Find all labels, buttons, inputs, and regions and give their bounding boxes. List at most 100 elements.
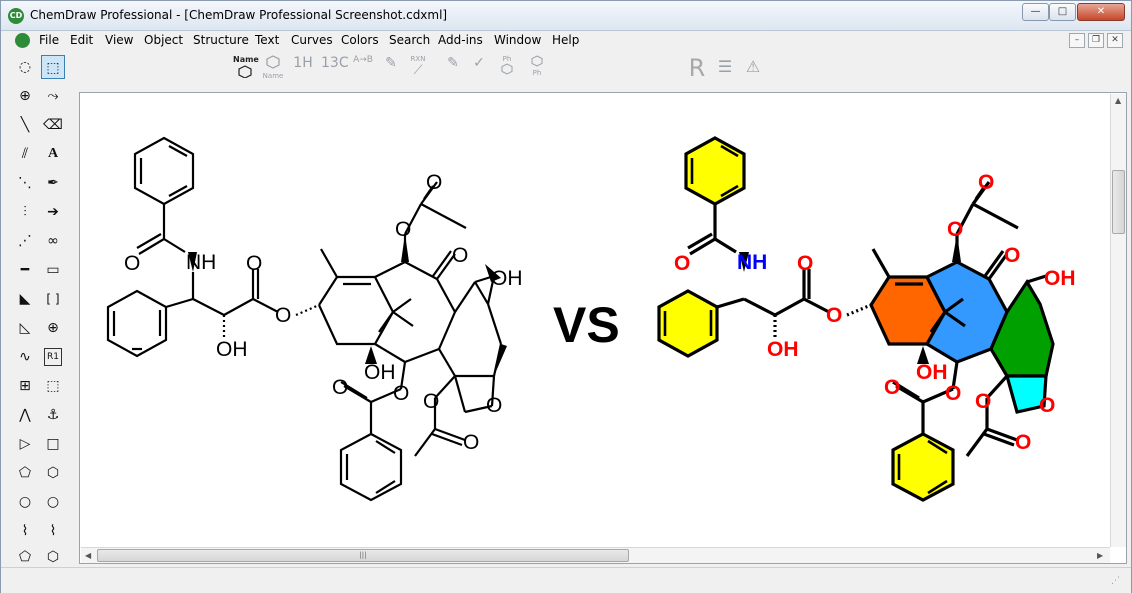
vertical-scrollbar[interactable]: ▲ bbox=[1110, 94, 1126, 547]
menu-curves[interactable]: Curves bbox=[291, 33, 333, 47]
menu-help[interactable]: Help bbox=[552, 33, 579, 47]
o-label: O bbox=[395, 218, 411, 241]
drawing-elements-tool-icon[interactable]: ▭ bbox=[41, 258, 65, 282]
reaction-button[interactable]: RXN ⟋ bbox=[406, 55, 430, 79]
name-to-structure-button[interactable]: Name bbox=[261, 55, 285, 80]
mdi-close-button[interactable]: ✕ bbox=[1107, 33, 1123, 48]
document-icon[interactable] bbox=[15, 33, 30, 48]
scroll-left-arrow-icon[interactable]: ◀ bbox=[85, 551, 91, 560]
chemdraw-logo-icon: CD bbox=[8, 8, 24, 24]
expand-label-button[interactable]: Ph bbox=[495, 55, 519, 79]
contract-label-button[interactable]: Ph bbox=[525, 55, 549, 79]
oh-label: OH bbox=[491, 267, 523, 290]
close-button[interactable]: ✕ bbox=[1077, 3, 1125, 21]
triangle-tool-icon[interactable]: ▷ bbox=[13, 432, 37, 456]
bond bbox=[163, 238, 186, 253]
bond-tool-icon[interactable]: ╲ bbox=[13, 113, 37, 137]
mdi-restore-button[interactable]: ❐ bbox=[1088, 33, 1104, 48]
menu-file[interactable]: File bbox=[39, 33, 59, 47]
square-tool-icon[interactable]: □ bbox=[41, 432, 65, 456]
horizontal-scroll-thumb[interactable]: ||| bbox=[97, 549, 629, 562]
bracket-tool-icon[interactable]: [ ] bbox=[41, 287, 65, 311]
multiple-bond-tool-icon[interactable]: ⫽ bbox=[13, 142, 37, 166]
orbital-tool-icon[interactable]: ∞ bbox=[41, 229, 65, 253]
o-label: O bbox=[452, 244, 468, 267]
octagon-tool-icon[interactable]: ○ bbox=[41, 490, 65, 514]
pentagon-tool-icon[interactable]: ⬠ bbox=[13, 461, 37, 485]
horizontal-scrollbar[interactable]: ◀ ||| ▶ bbox=[81, 547, 1110, 563]
bold-bond-tool-icon[interactable]: ━ bbox=[13, 258, 37, 282]
stack-layers-icon[interactable]: ☰ bbox=[713, 55, 737, 79]
wedge-bond-tool-icon[interactable]: ◣ bbox=[13, 287, 37, 311]
o-label: O bbox=[1039, 394, 1055, 417]
o-label: O bbox=[486, 394, 502, 417]
vertical-scroll-thumb[interactable] bbox=[1112, 170, 1125, 234]
chemical-symbols-tool-icon[interactable]: ⊕ bbox=[41, 316, 65, 340]
arrow-tool-icon[interactable]: ➔ bbox=[41, 200, 65, 224]
scroll-up-arrow-icon[interactable]: ▲ bbox=[1115, 96, 1121, 105]
mdi-minimize-button[interactable]: – bbox=[1069, 33, 1085, 48]
rotate-tool-icon[interactable]: ⊕ bbox=[13, 84, 37, 108]
benzene-tool-icon[interactable]: ⬡ bbox=[41, 545, 65, 569]
chair-2-tool-icon[interactable]: ⌇ bbox=[41, 519, 65, 543]
bond bbox=[136, 233, 162, 249]
maximize-button[interactable]: □ bbox=[1049, 3, 1076, 21]
hexagon-gray-icon bbox=[501, 63, 513, 75]
hollow-wedge-tool-icon[interactable]: ◺ bbox=[13, 316, 37, 340]
oh-label: OH bbox=[364, 361, 396, 384]
menu-edit[interactable]: Edit bbox=[70, 33, 93, 47]
structure-to-name-button[interactable]: Name bbox=[233, 55, 259, 79]
hexagon-tool-icon[interactable]: ⬡ bbox=[41, 461, 65, 485]
stamp-tool-icon[interactable]: ⚓ bbox=[41, 403, 65, 427]
heptagon-tool-icon[interactable]: ○ bbox=[13, 490, 37, 514]
mapping-tool-icon[interactable]: ⤳ bbox=[41, 84, 65, 108]
menu-add-ins[interactable]: Add-ins bbox=[438, 33, 483, 47]
benzene-ring bbox=[339, 432, 403, 502]
tool-palette: ◌ ⬚ ⊕ ⤳ ╲ ⌫ ⫽ A ⋱ ✒ ⫶ ➔ ⋰ ∞ ━ ▭ ◣ [ ] ◺ … bbox=[9, 53, 69, 565]
clean-reaction-icon[interactable]: ✎ bbox=[441, 55, 465, 79]
benzene-icon bbox=[238, 65, 252, 79]
wavy-bond-tool-icon[interactable]: ∿ bbox=[13, 345, 37, 369]
o-label: O bbox=[978, 171, 994, 194]
o-label: O bbox=[275, 304, 291, 327]
r-group-button[interactable]: R bbox=[685, 55, 709, 81]
h-nmr-button[interactable]: 1H bbox=[291, 55, 315, 79]
menu-structure[interactable]: Structure bbox=[193, 33, 249, 47]
menu-object[interactable]: Object bbox=[144, 33, 183, 47]
hashed-bond-tool-icon[interactable]: ⫶ bbox=[13, 200, 37, 224]
hashed-wedge-tool-icon[interactable]: ⋰ bbox=[13, 229, 37, 253]
eraser-tool-icon[interactable]: ⌫ bbox=[41, 113, 65, 137]
warning-icon[interactable]: ⚠ bbox=[741, 55, 765, 79]
marquee-tool-icon[interactable]: ⬚ bbox=[41, 55, 65, 79]
c-nmr-button[interactable]: 13C bbox=[321, 55, 349, 79]
o-label: O bbox=[393, 382, 409, 405]
lasso-tool-icon[interactable]: ◌ bbox=[13, 55, 37, 79]
r-group-tool-icon[interactable]: R1 bbox=[44, 348, 62, 366]
minimize-button[interactable]: — bbox=[1022, 3, 1049, 21]
scroll-right-arrow-icon[interactable]: ▶ bbox=[1097, 551, 1103, 560]
check-structure-icon[interactable]: ✓ bbox=[467, 55, 491, 79]
o-label: O bbox=[674, 252, 690, 275]
menu-window[interactable]: Window bbox=[494, 33, 541, 47]
menu-search[interactable]: Search bbox=[389, 33, 430, 47]
table-tool-icon[interactable]: ⊞ bbox=[13, 374, 37, 398]
menu-text[interactable]: Text bbox=[255, 33, 279, 47]
menu-view[interactable]: View bbox=[105, 33, 133, 47]
menu-colors[interactable]: Colors bbox=[341, 33, 379, 47]
nh-label: NH bbox=[186, 251, 216, 274]
o-label: O bbox=[124, 252, 140, 275]
clean-structure-icon[interactable]: ✎ bbox=[379, 55, 403, 79]
ab-table-button[interactable]: A→B bbox=[351, 55, 375, 79]
chair-1-tool-icon[interactable]: ⌇ bbox=[13, 519, 37, 543]
oh-label: OH bbox=[767, 338, 799, 361]
drawing-canvas[interactable]: NH OH OH OH O O O O O O O O O O O VS NH … bbox=[81, 94, 1109, 547]
pen-tool-icon[interactable]: ✒ bbox=[41, 171, 65, 195]
template-tool-icon[interactable]: ⬚ bbox=[41, 374, 65, 398]
cyclopentadiene-tool-icon[interactable]: ⬠ bbox=[13, 545, 37, 569]
o-label: O bbox=[945, 382, 961, 405]
o-label: O bbox=[884, 376, 900, 399]
chain-tool-icon[interactable]: ⋀ bbox=[13, 403, 37, 427]
dashed-bond-tool-icon[interactable]: ⋱ bbox=[13, 171, 37, 195]
resize-grip-icon[interactable]: ⋰ bbox=[1111, 576, 1125, 590]
text-tool-icon[interactable]: A bbox=[41, 142, 65, 166]
